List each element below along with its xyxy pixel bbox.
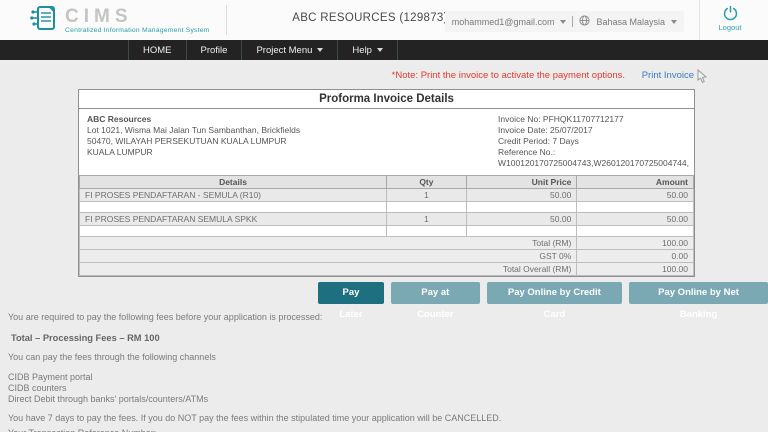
pay-online-credit-card-button[interactable]: Pay Online by Credit Card (486, 282, 623, 320)
logout-button[interactable]: Logout (708, 5, 752, 32)
pay-later-button[interactable]: Pay Later (318, 282, 384, 320)
footer-instructions: You are required to pay the following fe… (8, 312, 768, 432)
total-row: Total (RM) 100.00 (78, 236, 694, 250)
invoice-meta: Invoice No: PFHQK11707712177 Invoice Dat… (498, 114, 689, 169)
mouse-cursor-icon (697, 68, 708, 86)
fees-intro-text: You are required to pay the following fe… (8, 312, 323, 322)
globe-icon (579, 15, 590, 28)
power-icon (708, 5, 752, 22)
cell-unit-price: 50.00 (465, 212, 578, 226)
total-value: 100.00 (576, 236, 694, 250)
total-overall-label: Total Overall (RM) (78, 262, 578, 276)
gst-row: GST 0% 0.00 (78, 249, 694, 263)
transaction-ref-label: Your Transaction Reference Number: (8, 428, 768, 432)
payment-deadline-text: You have 7 days to pay the fees. If you … (8, 413, 502, 423)
cell-qty: 1 (386, 212, 467, 226)
print-invoice-link[interactable]: Print Invoice (642, 70, 694, 81)
table-row-spacer (79, 201, 694, 213)
logout-label: Logout (718, 23, 742, 32)
channel-item: CIDB Payment portal (8, 372, 93, 382)
nav-item-profile[interactable]: Profile (185, 40, 242, 60)
chevron-down-icon[interactable] (560, 19, 567, 24)
logo-title: CIMS (65, 5, 133, 27)
channel-item: Direct Debit through banks' portals/coun… (8, 394, 209, 404)
payee-address-line: Lot 1021, Wisma Mai Jalan Tun Sambanthan… (87, 125, 301, 135)
fees-total-text: Total – Processing Fees – RM 100 (11, 333, 160, 343)
cell-unit-price: 50.00 (465, 188, 578, 202)
channel-item: CIDB counters (8, 383, 67, 393)
cell-details: FI PROSES PENDAFTARAN SEMULA SPKK (79, 212, 387, 226)
header-divider (225, 5, 227, 35)
gst-value: 0.00 (576, 249, 694, 263)
pay-online-net-banking-button[interactable]: Pay Online by Net Banking (629, 282, 768, 320)
top-header: CIMS Centralized Information Management … (0, 0, 768, 40)
invoice-info: ABC Resources Lot 1021, Wisma Mai Jalan … (79, 109, 694, 175)
nav-item-help[interactable]: Help (337, 40, 398, 60)
invoice-panel: Proforma Invoice Details ABC Resources L… (78, 89, 695, 277)
gst-label: GST 0% (78, 249, 578, 263)
invoice-title: Proforma Invoice Details (79, 90, 694, 109)
table-row: FI PROSES PENDAFTARAN - SEMULA (R10) 1 5… (79, 188, 694, 202)
col-header-amount: Amount (576, 175, 694, 189)
payment-buttons-row: Pay Later Pay at Counter Pay Online by C… (318, 282, 768, 320)
logo-subtitle: Centralized Information Management Syste… (65, 26, 210, 34)
cell-amount: 50.00 (576, 212, 694, 226)
chevron-down-icon (317, 48, 324, 52)
header-user-area: mohammed1@gmail.com Bahasa Malaysia (444, 11, 684, 32)
user-email-dropdown[interactable]: mohammed1@gmail.com (452, 17, 555, 27)
total-overall-value: 100.00 (576, 262, 694, 276)
main-nav: HOME Profile Project Menu Help (0, 40, 768, 60)
logo-text: CIMS Centralized Information Management … (65, 7, 210, 34)
table-header-row: Details Qty Unit Price Amount (79, 175, 694, 189)
payee-address-line: KUALA LUMPUR (87, 147, 153, 157)
cell-amount: 50.00 (576, 188, 694, 202)
cell-details: FI PROSES PENDAFTARAN - SEMULA (R10) (79, 188, 387, 202)
divider (572, 16, 574, 27)
print-note: *Note: Print the invoice to activate the… (391, 70, 626, 81)
payment-channels-list: CIDB Payment portal CIDB counters Direct… (8, 372, 768, 405)
col-header-details: Details (79, 175, 387, 189)
invoice-table: Details Qty Unit Price Amount FI PROSES … (78, 175, 694, 276)
total-overall-row: Total Overall (RM) 100.00 (78, 262, 694, 276)
col-header-unit-price: Unit Price (465, 175, 578, 189)
invoice-no: Invoice No: PFHQK11707712177 (498, 114, 624, 124)
reference-value: W100120170725004743,W260120170725004744, (498, 158, 689, 168)
table-row: FI PROSES PENDAFTARAN SEMULA SPKK 1 50.0… (79, 212, 694, 226)
pay-at-counter-button[interactable]: Pay at Counter (390, 282, 480, 320)
cims-document-icon (30, 4, 58, 37)
note-row: *Note: Print the invoice to activate the… (0, 68, 768, 86)
nav-label: Project Menu (256, 44, 313, 56)
nav-label: Profile (200, 44, 228, 56)
reference-label: Reference No.: (498, 147, 556, 157)
payee-address: ABC Resources Lot 1021, Wisma Mai Jalan … (87, 114, 300, 169)
nav-item-home[interactable]: HOME (128, 40, 186, 60)
table-row-spacer (79, 225, 694, 237)
page: CIMS Centralized Information Management … (0, 0, 768, 432)
payee-address-line: 50470, WILAYAH PERSEKUTUAN KUALA LUMPUR (87, 136, 287, 146)
nav-label: Help (352, 44, 372, 56)
invoice-date: Invoice Date: 25/07/2017 (498, 125, 593, 135)
divider (699, 0, 700, 40)
chevron-down-icon (376, 48, 383, 52)
payee-name: ABC Resources (87, 114, 152, 124)
language-dropdown[interactable]: Bahasa Malaysia (596, 17, 665, 27)
chevron-down-icon[interactable] (671, 19, 677, 24)
nav-item-project-menu[interactable]: Project Menu (241, 40, 337, 60)
cims-logo: CIMS Centralized Information Management … (0, 4, 210, 37)
nav-label: HOME (143, 44, 172, 56)
total-label: Total (RM) (78, 236, 578, 250)
col-header-qty: Qty (386, 175, 467, 189)
cell-qty: 1 (386, 188, 467, 202)
channels-intro-text: You can pay the fees through the followi… (8, 352, 216, 362)
credit-period: Credit Period: 7 Days (498, 136, 579, 146)
